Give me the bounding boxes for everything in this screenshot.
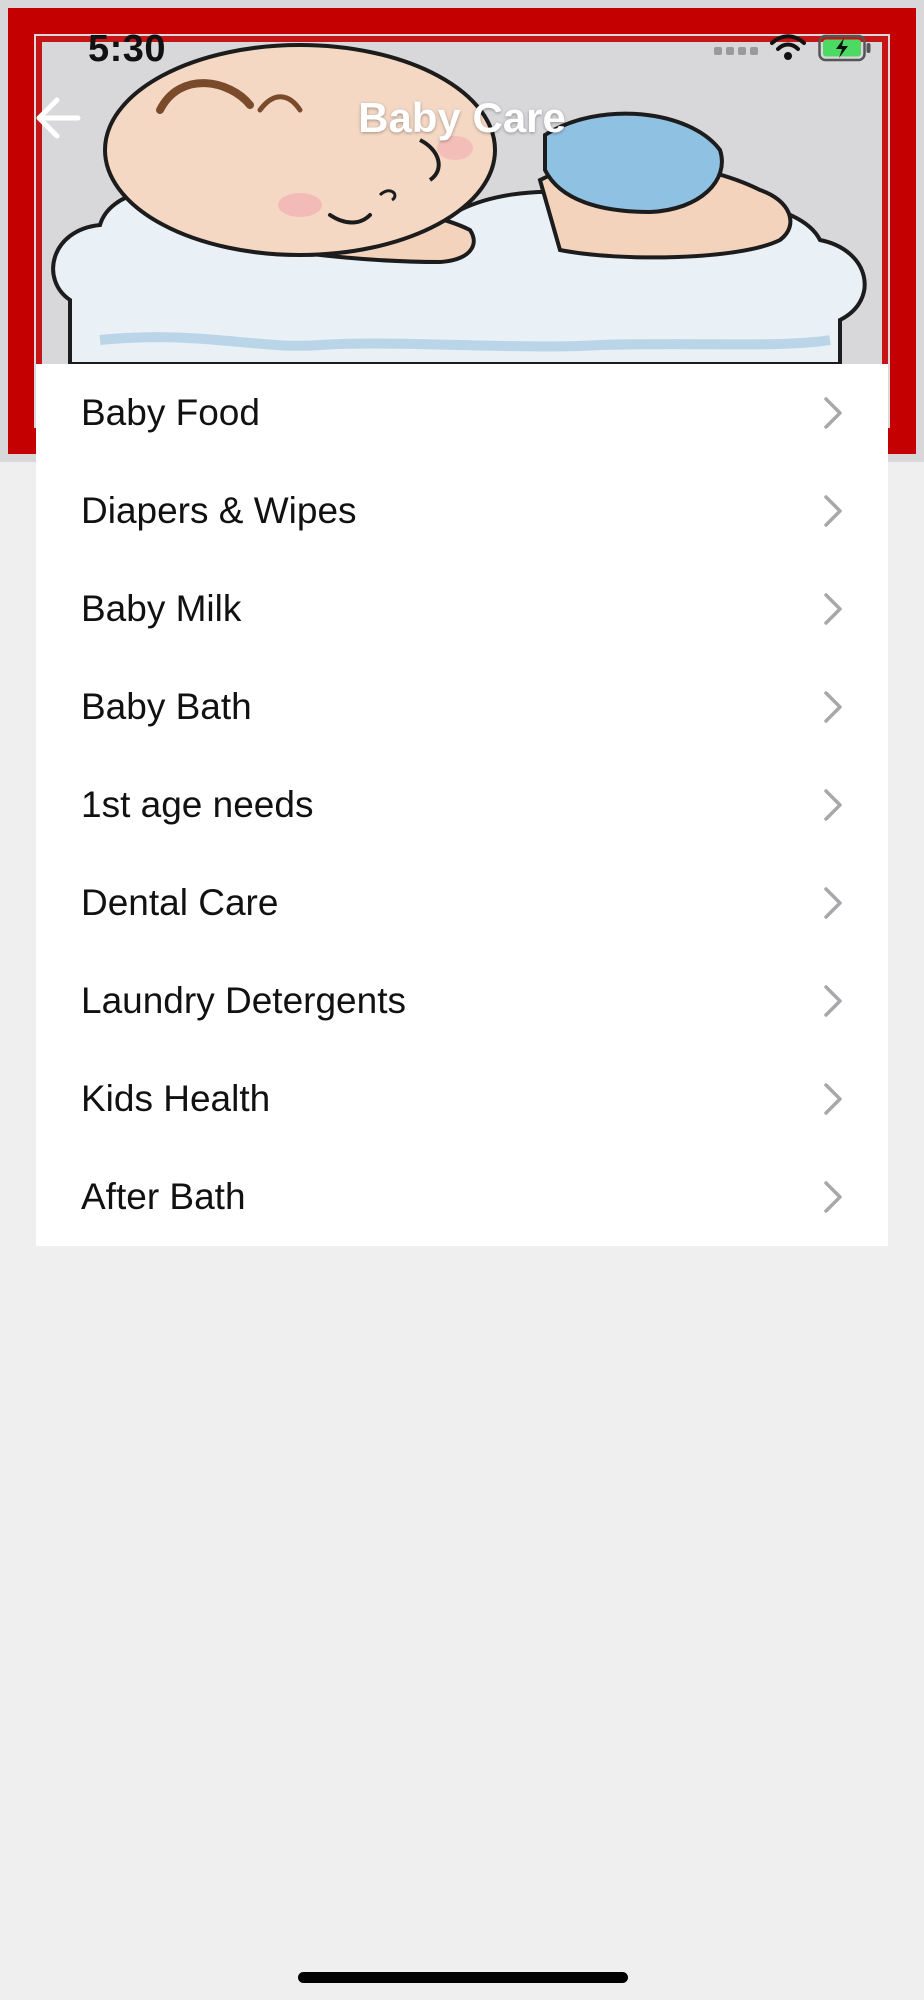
category-label: 1st age needs [81, 784, 314, 825]
category-label: Laundry Detergents [81, 980, 406, 1021]
category-list: Baby Food Diapers & Wipes Baby Milk Baby… [36, 364, 888, 1246]
category-label: Baby Bath [81, 686, 252, 727]
chevron-right-icon [824, 985, 842, 1017]
status-icons [714, 34, 872, 62]
home-indicator[interactable] [298, 1972, 628, 1983]
category-label: Diapers & Wipes [81, 490, 357, 531]
category-label: Kids Health [81, 1078, 271, 1119]
category-label: Dental Care [81, 882, 279, 923]
category-item-kids-health[interactable]: Kids Health [36, 1050, 888, 1148]
category-item-dental-care[interactable]: Dental Care [36, 854, 888, 952]
category-item-after-bath[interactable]: After Bath [36, 1148, 888, 1246]
chevron-right-icon [824, 495, 842, 527]
category-item-baby-food[interactable]: Baby Food [36, 364, 888, 462]
cellular-signal-icon [714, 47, 758, 55]
category-label: After Bath [81, 1176, 246, 1217]
battery-charging-icon [818, 34, 871, 62]
category-item-baby-milk[interactable]: Baby Milk [36, 560, 888, 658]
page-title: Baby Care [358, 94, 566, 141]
chevron-right-icon [824, 789, 842, 821]
category-item-baby-bath[interactable]: Baby Bath [36, 658, 888, 756]
category-item-1st-age-needs[interactable]: 1st age needs [36, 756, 888, 854]
chevron-right-icon [824, 691, 842, 723]
chevron-right-icon [824, 1181, 842, 1213]
chevron-right-icon [824, 1083, 842, 1115]
status-time: 5:30 [88, 28, 167, 70]
category-label: Baby Food [81, 392, 260, 433]
category-item-diapers-wipes[interactable]: Diapers & Wipes [36, 462, 888, 560]
category-label: Baby Milk [81, 588, 242, 629]
chevron-right-icon [824, 397, 842, 429]
wifi-icon [770, 34, 806, 60]
category-item-laundry-detergents[interactable]: Laundry Detergents [36, 952, 888, 1050]
chevron-right-icon [824, 887, 842, 919]
chevron-right-icon [824, 593, 842, 625]
